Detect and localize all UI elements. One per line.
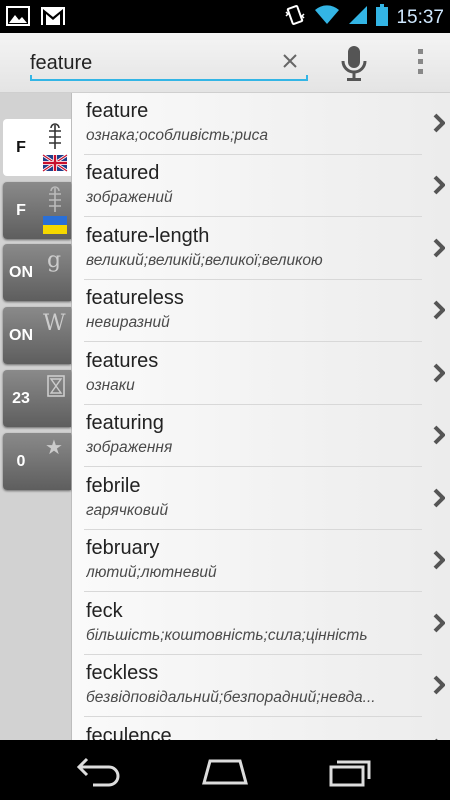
tab-history[interactable]: 23 bbox=[3, 370, 71, 427]
action-bar bbox=[0, 33, 450, 93]
result-row[interactable]: february лютий;лютневий bbox=[72, 530, 450, 592]
result-row[interactable]: feature-length великий;великій;великої;в… bbox=[72, 218, 450, 280]
result-row[interactable]: featured зображений bbox=[72, 155, 450, 217]
home-icon[interactable] bbox=[200, 755, 250, 787]
tab-wikipedia-online[interactable]: ON W bbox=[3, 307, 71, 364]
status-bar: 15:37 bbox=[0, 0, 450, 33]
search-input[interactable] bbox=[30, 49, 268, 77]
result-word: feature-length bbox=[86, 225, 210, 247]
row-divider bbox=[84, 341, 422, 342]
chevron-right-icon bbox=[433, 175, 446, 195]
content-area: F F ON g ON W 23 0 ★ feature ознака;особ… bbox=[0, 93, 450, 740]
wifi-icon bbox=[314, 5, 340, 30]
result-word: featured bbox=[86, 162, 160, 184]
tab-label: F bbox=[16, 139, 26, 156]
screen: 15:37 F bbox=[0, 0, 450, 800]
back-icon[interactable] bbox=[75, 755, 125, 787]
result-row[interactable]: feculence bbox=[72, 718, 450, 740]
result-translation: безвідповідальний;безпорадний;невда... bbox=[86, 689, 376, 706]
favorites-star-icon: ★ bbox=[45, 437, 63, 459]
result-translation: ознака;особливість;риса bbox=[86, 127, 269, 144]
chevron-right-icon bbox=[433, 300, 446, 320]
chevron-right-icon bbox=[433, 113, 446, 133]
result-translation: гарячковий bbox=[86, 502, 169, 519]
signal-icon bbox=[348, 5, 368, 30]
result-word: february bbox=[86, 537, 160, 559]
english-dictionary-icon bbox=[41, 123, 69, 178]
result-translation: невиразний bbox=[86, 314, 170, 331]
overflow-menu-icon[interactable] bbox=[414, 47, 428, 77]
chevron-right-icon bbox=[433, 238, 446, 258]
chevron-right-icon bbox=[433, 488, 446, 508]
result-translation: великий;великій;великої;великою bbox=[86, 252, 323, 269]
chevron-right-icon bbox=[433, 363, 446, 383]
dictionary-tab-strip: F F ON g ON W 23 0 ★ bbox=[0, 93, 72, 740]
google-icon: g bbox=[47, 248, 62, 273]
tab-label: ON bbox=[9, 264, 33, 281]
tab-label: 0 bbox=[16, 453, 26, 470]
history-icon bbox=[47, 375, 65, 402]
result-word: feck bbox=[86, 600, 123, 622]
result-word: featuring bbox=[86, 412, 164, 434]
row-divider bbox=[84, 466, 422, 467]
vibrate-icon bbox=[284, 4, 306, 31]
result-word: features bbox=[86, 350, 159, 372]
chevron-right-icon bbox=[433, 613, 446, 633]
navigation-bar bbox=[0, 740, 450, 800]
result-row[interactable]: febrile гарячковий bbox=[72, 468, 450, 530]
clear-search-icon[interactable] bbox=[279, 50, 301, 72]
result-word: febrile bbox=[86, 475, 141, 497]
result-row[interactable]: features ознаки bbox=[72, 343, 450, 405]
tab-english-dictionary[interactable]: F bbox=[3, 119, 71, 176]
microphone-icon[interactable] bbox=[341, 46, 367, 82]
row-divider bbox=[84, 716, 422, 717]
result-list: feature ознака;особливість;риса featured… bbox=[72, 93, 450, 740]
recent-apps-icon[interactable] bbox=[327, 755, 377, 787]
row-divider bbox=[84, 216, 422, 217]
chevron-right-icon bbox=[433, 550, 446, 570]
result-translation: зображений bbox=[86, 189, 173, 206]
result-translation: ознаки bbox=[86, 377, 135, 394]
gmail-notification-icon bbox=[40, 5, 66, 32]
tab-ukrainian-dictionary[interactable]: F bbox=[3, 182, 71, 239]
image-notification-icon bbox=[6, 5, 30, 32]
status-time: 15:37 bbox=[396, 6, 444, 28]
result-word: feature bbox=[86, 100, 149, 122]
chevron-right-icon bbox=[433, 675, 446, 695]
tab-google-online[interactable]: ON g bbox=[3, 244, 71, 301]
tab-favorites[interactable]: 0 ★ bbox=[3, 433, 71, 490]
tab-label: ON bbox=[9, 327, 33, 344]
result-word: feculence bbox=[86, 725, 172, 740]
tab-label: F bbox=[16, 202, 26, 219]
result-row[interactable]: feature ознака;особливість;риса bbox=[72, 93, 450, 155]
result-translation: лютий;лютневий bbox=[86, 564, 217, 581]
result-word: feckless bbox=[86, 662, 159, 684]
battery-icon bbox=[376, 4, 389, 31]
chevron-right-icon bbox=[433, 425, 446, 445]
result-row[interactable]: feckless безвідповідальний;безпорадний;н… bbox=[72, 655, 450, 717]
tab-label: 23 bbox=[12, 390, 30, 407]
result-word: featureless bbox=[86, 287, 184, 309]
search-underline bbox=[30, 75, 308, 81]
result-translation: зображення bbox=[86, 439, 173, 456]
result-row[interactable]: featuring зображення bbox=[72, 405, 450, 467]
wikipedia-icon: W bbox=[43, 311, 66, 336]
result-row[interactable]: feck більшість;коштовність;сила;цінність bbox=[72, 593, 450, 655]
result-translation: більшість;коштовність;сила;цінність bbox=[86, 627, 368, 644]
row-divider bbox=[84, 591, 422, 592]
ukrainian-dictionary-icon bbox=[41, 186, 69, 241]
result-row[interactable]: featureless невиразний bbox=[72, 280, 450, 342]
